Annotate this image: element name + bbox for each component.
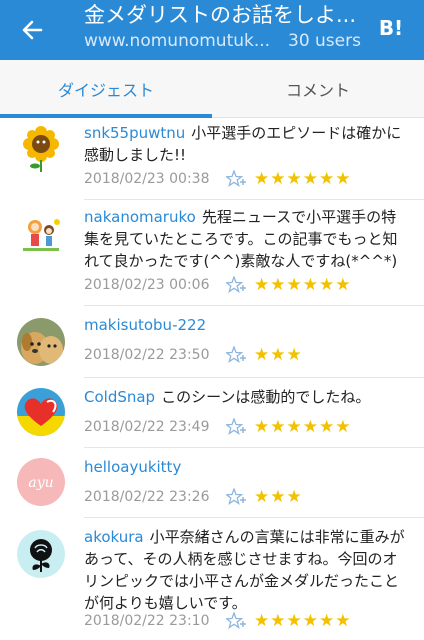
avatar-text: ayu — [28, 475, 53, 491]
comment-meta: 2018/02/22 23:49 ★★★★★★ — [84, 416, 404, 438]
back-arrow-icon — [22, 20, 43, 40]
tab-bar: ダイジェスト コメント — [0, 60, 424, 118]
comment-item: ColdSnap このシーンは感動的でしたね。 2018/02/22 23:49 … — [0, 378, 424, 448]
add-star-icon[interactable] — [224, 275, 246, 294]
star-rating[interactable]: ★★★★★★ — [254, 274, 351, 296]
dog-avatar[interactable] — [17, 318, 65, 366]
comment-meta: 2018/02/22 23:50 ★★★ — [84, 344, 404, 366]
star-rating[interactable]: ★★★ — [254, 486, 303, 508]
comment-meta: 2018/02/23 00:38 ★★★★★★ — [84, 168, 404, 190]
comment-username[interactable]: akokura — [84, 528, 144, 546]
star-rating[interactable]: ★★★ — [254, 344, 303, 366]
add-star-icon[interactable] — [224, 417, 246, 436]
star-rating[interactable]: ★★★★★★ — [254, 168, 351, 190]
rose-avatar[interactable] — [17, 530, 65, 578]
tab-comments[interactable]: コメント — [212, 60, 424, 118]
sunflower-avatar[interactable] — [17, 124, 65, 172]
add-star-icon[interactable] — [224, 611, 246, 630]
comment-item: ayu helloayukitty 2018/02/22 23:26 ★★★ — [0, 448, 424, 518]
comment-list[interactable]: snk55puwtnu 小平選手のエピソードは確かに感動しました!! 2018/0… — [0, 118, 424, 640]
star-rating[interactable]: ★★★★★★ — [254, 416, 351, 438]
comment-meta: 2018/02/22 23:10 ★★★★★★ — [84, 610, 404, 632]
comment-username[interactable]: makisutobu-222 — [84, 316, 206, 334]
page-url[interactable]: www.nomunomutuk... — [84, 30, 274, 52]
pink-script-avatar[interactable]: ayu — [17, 458, 65, 506]
star-rating[interactable]: ★★★★★★ — [254, 610, 351, 632]
comment-username[interactable]: helloayukitty — [84, 458, 181, 476]
comment-date: 2018/02/22 23:26 — [84, 489, 210, 505]
comment-username[interactable]: snk55puwtnu — [84, 124, 185, 142]
comment-date: 2018/02/22 23:50 — [84, 347, 210, 363]
comment-username[interactable]: nakanomaruko — [84, 208, 196, 226]
back-button[interactable] — [14, 12, 50, 48]
comment-item: makisutobu-222 2018/02/22 23:50 ★★★ — [0, 306, 424, 378]
comment-date: 2018/02/23 00:06 — [84, 277, 210, 293]
add-star-icon[interactable] — [224, 345, 246, 364]
comment-body: ColdSnap このシーンは感動的でしたね。 — [84, 386, 406, 408]
comment-item: snk55puwtnu 小平選手のエピソードは確かに感動しました!! 2018/0… — [0, 118, 424, 200]
add-star-icon[interactable] — [224, 487, 246, 506]
comment-body: nakanomaruko 先程ニュースで小平選手の特集を見ていたところです。この記… — [84, 206, 406, 272]
add-star-icon[interactable] — [224, 169, 246, 188]
comment-date: 2018/02/22 23:10 — [84, 613, 210, 629]
comment-text: このシーンは感動的でしたね。 — [161, 388, 371, 406]
comment-body: makisutobu-222 — [84, 314, 406, 336]
comment-date: 2018/02/23 00:38 — [84, 171, 210, 187]
comment-item: akokura 小平奈緒さんの言葉には非常に重みがあって、その人柄を感じさせますね… — [0, 518, 424, 640]
comment-meta: 2018/02/23 00:06 ★★★★★★ — [84, 274, 404, 296]
page-title: 金メダリストのお話をしよ... — [84, 3, 357, 27]
comment-username[interactable]: ColdSnap — [84, 388, 155, 406]
heart-avatar[interactable] — [17, 388, 65, 436]
comment-date: 2018/02/22 23:49 — [84, 419, 210, 435]
tab-digest[interactable]: ダイジェスト — [0, 60, 212, 118]
comment-item: nakanomaruko 先程ニュースで小平選手の特集を見ていたところです。この記… — [0, 200, 424, 306]
hatena-bookmark-button[interactable]: B! — [376, 14, 406, 42]
app-header: 金メダリストのお話をしよ... www.nomunomutuk... 30 us… — [0, 0, 424, 60]
comment-body: snk55puwtnu 小平選手のエピソードは確かに感動しました!! — [84, 122, 406, 166]
kids-drawing-avatar[interactable] — [17, 212, 65, 260]
comment-body: helloayukitty — [84, 456, 406, 478]
user-count: 30 users — [288, 31, 361, 51]
comment-meta: 2018/02/22 23:26 ★★★ — [84, 486, 404, 508]
comment-body: akokura 小平奈緒さんの言葉には非常に重みがあって、その人柄を感じさせますね… — [84, 526, 406, 614]
